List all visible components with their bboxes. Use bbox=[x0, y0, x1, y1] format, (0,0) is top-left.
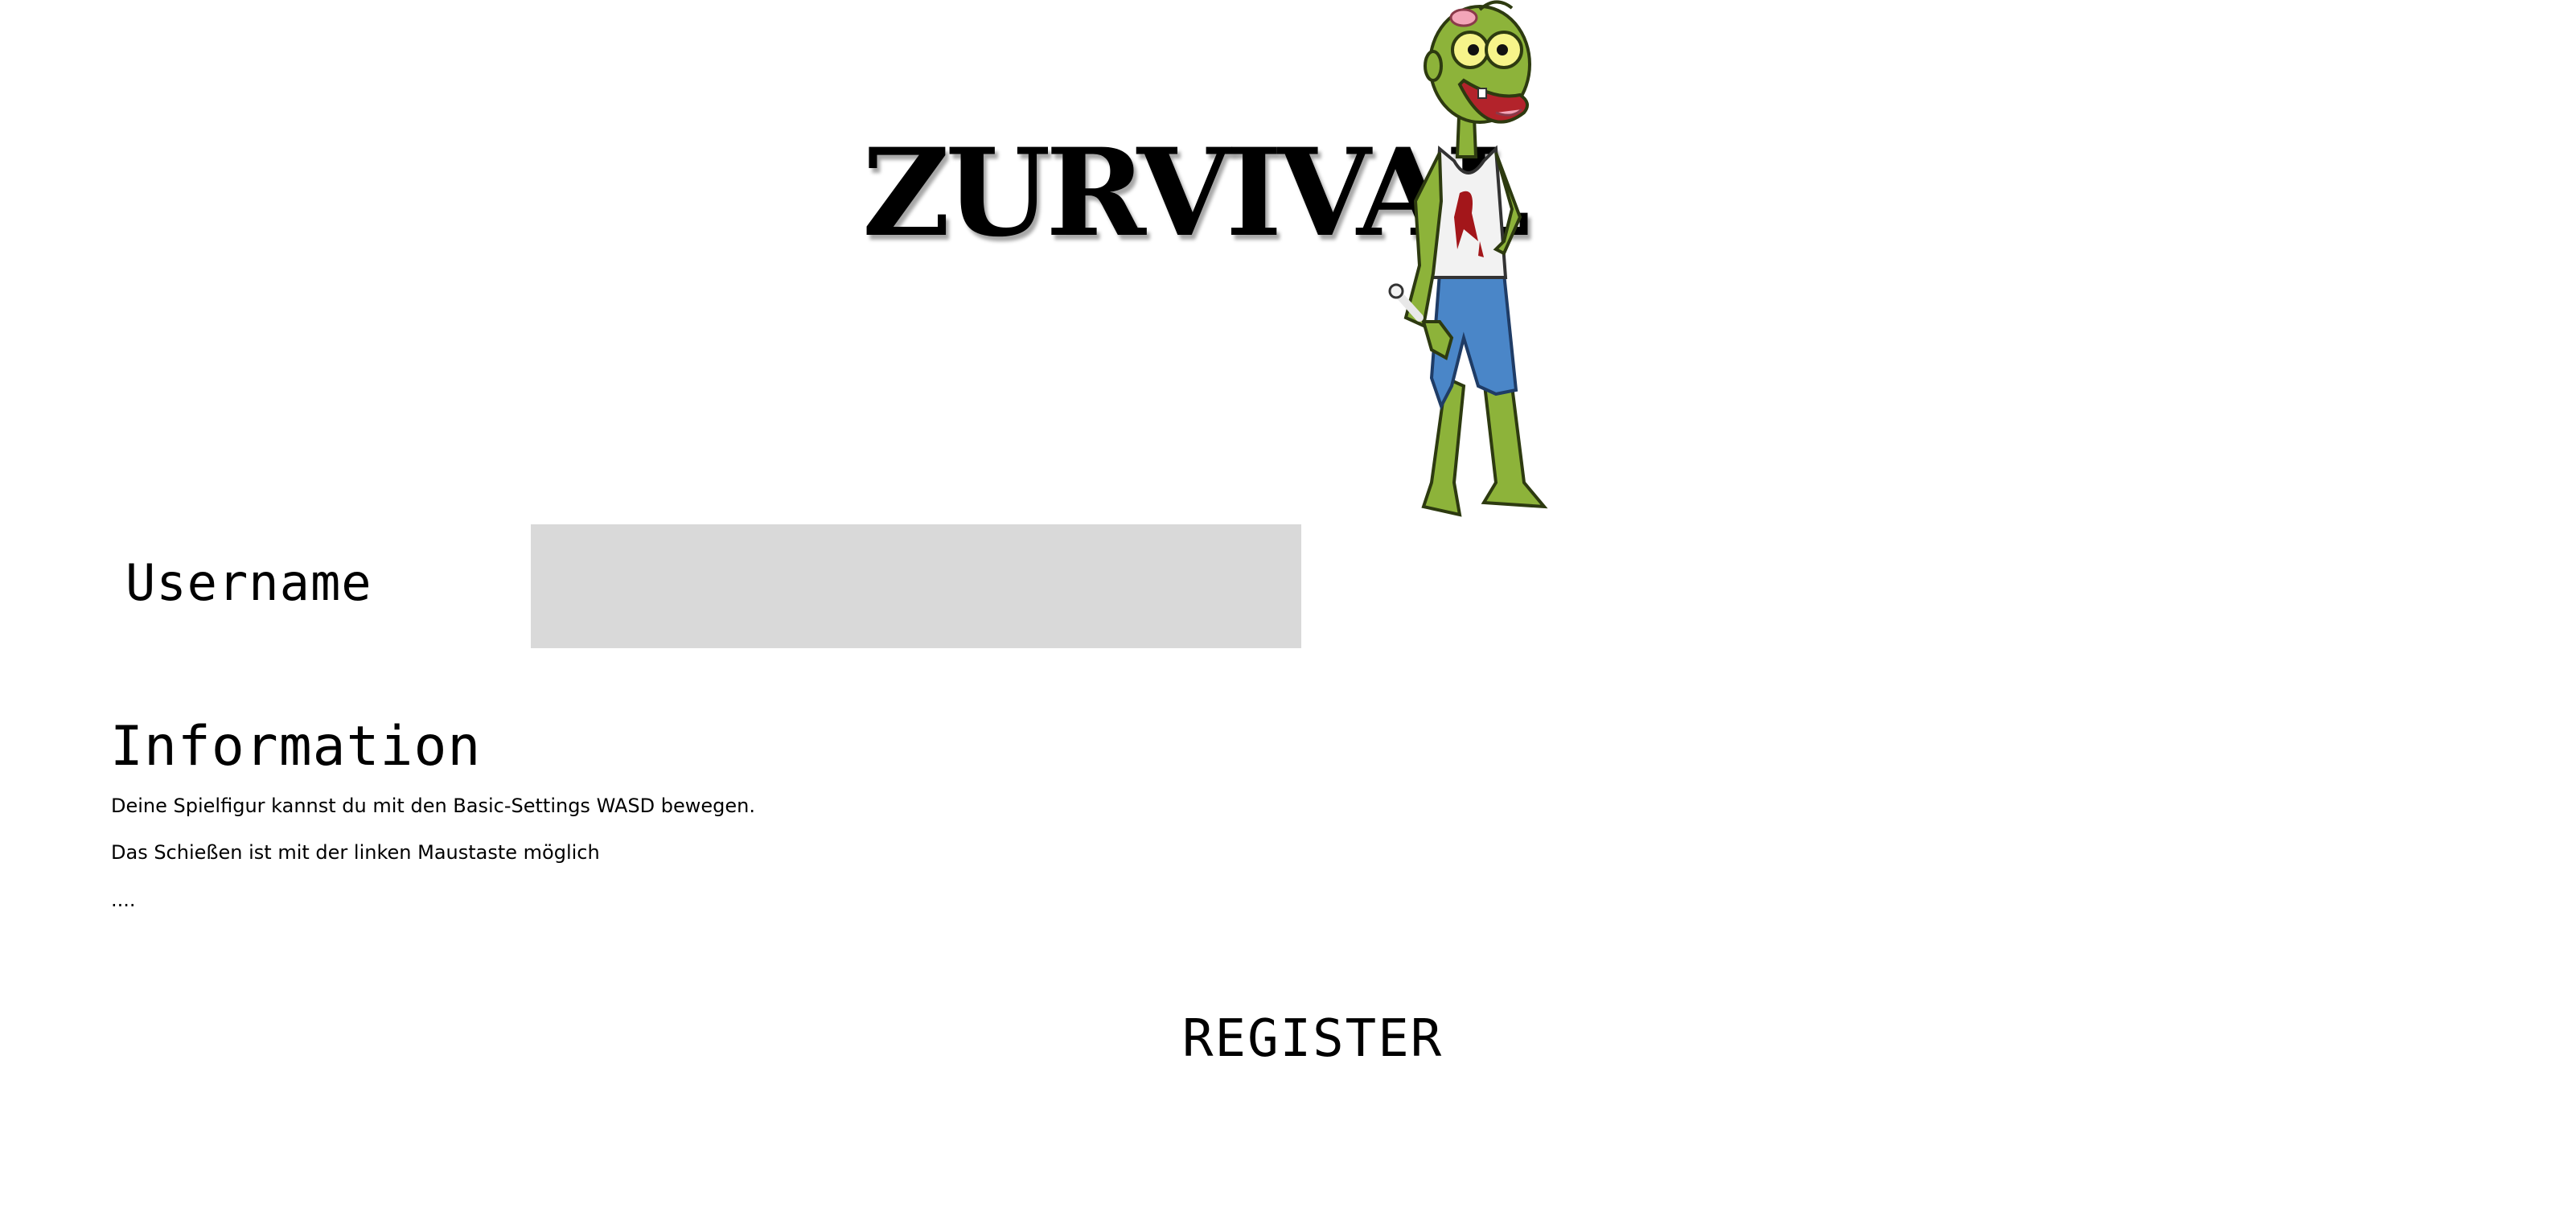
register-button[interactable]: REGISTER bbox=[1182, 1007, 1441, 1071]
information-text-ellipsis: .... bbox=[111, 889, 136, 911]
username-input[interactable] bbox=[531, 524, 1301, 648]
information-heading: Information bbox=[110, 715, 482, 778]
username-label: Username bbox=[125, 553, 372, 612]
logo-title: ZURVIVAL bbox=[862, 122, 1530, 264]
information-text-movement: Deine Spielfigur kannst du mit den Basic… bbox=[111, 795, 755, 817]
zombie-icon bbox=[1388, 0, 1548, 517]
information-text-shooting: Das Schießen ist mit der linken Maustast… bbox=[111, 841, 600, 864]
